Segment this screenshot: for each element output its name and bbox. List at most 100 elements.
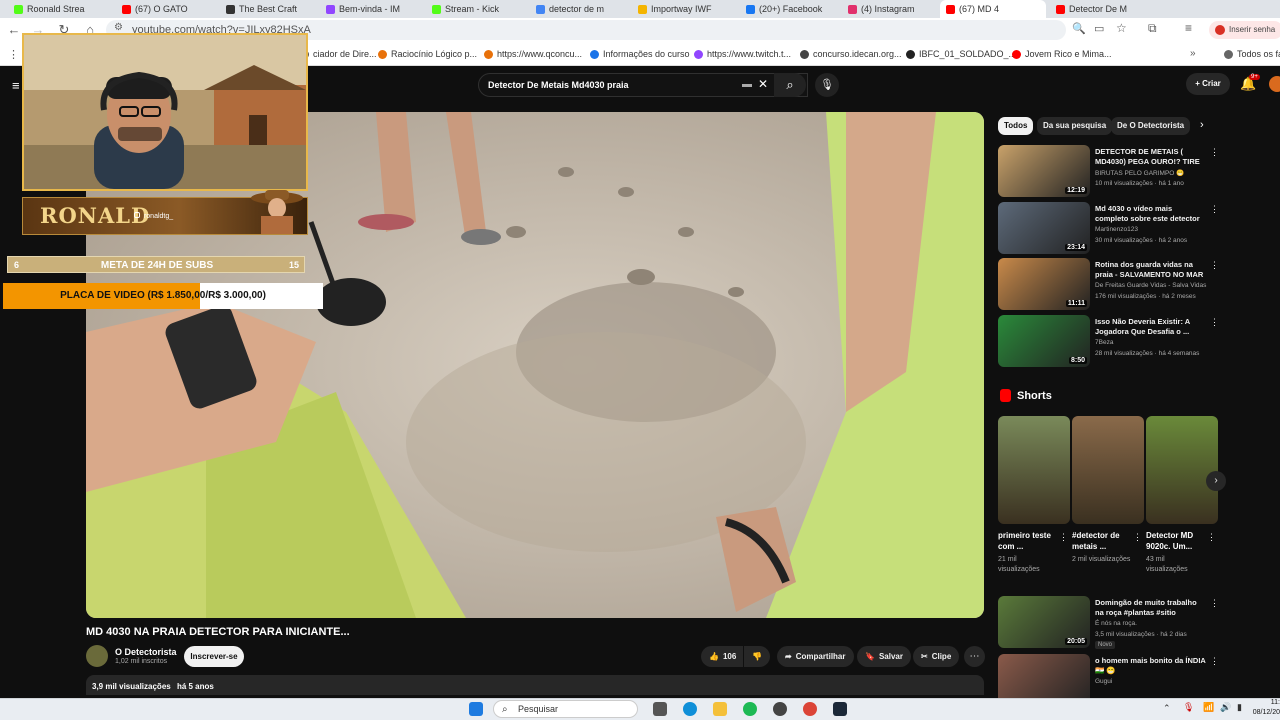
more-vertical-icon[interactable]: ⋮ (1210, 260, 1219, 271)
browser-tab[interactable]: detector de m (530, 0, 628, 18)
bookmark-item[interactable]: concurso.idecan.org... (800, 49, 902, 59)
tab-label: (67) MD 4 (959, 4, 1000, 14)
voice-search-button[interactable]: 🎙 (815, 73, 839, 97)
more-vertical-icon[interactable]: ⋮ (1210, 656, 1219, 667)
video-thumbnail[interactable]: 20:05 (998, 596, 1090, 648)
recommendation-item[interactable]: 11:11 Rotina dos guarda vidas na praia - … (998, 258, 1220, 310)
recommendation-channel: BIRUTAS PELO GARIMPO 😁 (1095, 170, 1185, 177)
channel-avatar[interactable] (86, 645, 108, 667)
microphone-tray-icon[interactable]: 🎙 (1183, 702, 1194, 713)
short-title[interactable]: Detector MD 9020c. Um... (1146, 530, 1206, 552)
browser-tab[interactable]: (67) O GATO (116, 0, 216, 18)
browser-tab[interactable]: Bem-vinda - IM (320, 0, 422, 18)
description-box[interactable]: 3,9 mil visualizações há 5 anos (86, 675, 984, 695)
clip-button[interactable]: ✂ Clipe (913, 646, 960, 667)
bookmark-item[interactable]: Informações do curso (590, 49, 690, 59)
tray-overflow-icon[interactable]: ⌃ (1163, 703, 1171, 714)
zoom-icon[interactable]: 🔍 (1072, 22, 1086, 35)
video-thumbnail[interactable]: 12:19 (998, 145, 1090, 197)
streamer-handle-text: ronaldtg_ (143, 213, 174, 220)
task-view-icon[interactable] (653, 702, 667, 716)
bookmark-favicon-icon (800, 49, 809, 59)
battery-icon[interactable]: ▮ (1237, 702, 1242, 713)
taskbar-clock[interactable]: 11: 08/12/20 (1253, 698, 1280, 718)
short-thumbnail[interactable] (1146, 416, 1218, 524)
recommendation-item[interactable]: 12:19 DETECTOR DE METAIS ( MD4030) PEGA O… (998, 145, 1220, 197)
menu-icon[interactable]: ≡ (12, 78, 20, 93)
recommendation-channel: De Freitas Guarde Vidas - Salva Vidas (1095, 282, 1207, 289)
account-avatar[interactable] (1269, 76, 1280, 92)
short-thumbnail[interactable] (998, 416, 1070, 524)
short-thumbnail[interactable] (1072, 416, 1144, 524)
browser-tab[interactable]: Importway IWF (632, 0, 736, 18)
chip-from-channel[interactable]: De O Detectorista (1111, 117, 1191, 135)
save-button[interactable]: 🔖 Salvar (857, 646, 911, 667)
spotify-icon[interactable] (743, 702, 757, 716)
site-info-icon[interactable]: ⚙ (114, 22, 123, 33)
bookmark-item[interactable]: https://www.qconcu... (484, 49, 582, 59)
more-vertical-icon[interactable]: ⋮ (1210, 317, 1219, 328)
browser-tab[interactable]: Detector De M (1050, 0, 1142, 18)
profile-button-label: Inserir senha (1229, 25, 1276, 34)
create-button[interactable]: + Criar (1186, 73, 1230, 95)
file-explorer-icon[interactable] (713, 702, 727, 716)
more-vertical-icon[interactable]: ⋮ (1133, 532, 1142, 543)
keyboard-icon[interactable]: ▬ (742, 79, 752, 90)
bookmark-item[interactable]: Jovem Rico e Mima... (1012, 49, 1112, 59)
recommendation-title: Isso Não Deveria Existir: A Jogadora Que… (1095, 317, 1190, 336)
steam-icon[interactable] (833, 702, 847, 716)
shorts-next-button[interactable]: › (1206, 471, 1226, 491)
wifi-icon[interactable]: 📶 (1203, 702, 1214, 713)
browser-tab[interactable]: (67) MD 4 (940, 0, 1046, 18)
browser-tab[interactable]: Stream - Kick (426, 0, 526, 18)
windows-start-icon[interactable] (469, 702, 483, 716)
browser-tab[interactable]: The Best Craft (220, 0, 316, 18)
video-thumbnail[interactable]: 23:14 (998, 202, 1090, 254)
chrome-icon[interactable] (803, 702, 817, 716)
more-vertical-icon[interactable]: ⋮ (1207, 532, 1216, 543)
bookmark-star-icon[interactable]: ☆ (1116, 21, 1127, 35)
short-title[interactable]: primeiro teste com ... (998, 530, 1058, 552)
profile-password-button[interactable]: Inserir senha (1209, 21, 1280, 39)
video-thumbnail[interactable]: 11:11 (998, 258, 1090, 310)
plus-icon: + (1195, 79, 1200, 88)
extensions-icon[interactable]: ⧉ (1148, 21, 1157, 36)
recommendation-item[interactable]: 23:14 Md 4030 o vídeo mais completo sobre… (998, 202, 1220, 254)
bookmark-item[interactable]: https://www.twitch.t... (694, 49, 791, 59)
volume-icon[interactable]: 🔊 (1220, 702, 1231, 713)
taskbar-search-input[interactable]: ⌕ Pesquisar (493, 700, 638, 718)
chip-from-search[interactable]: Da sua pesquisa (1037, 117, 1113, 135)
chip-all[interactable]: Todos (998, 117, 1034, 135)
video-thumbnail[interactable]: 8:50 (998, 315, 1090, 367)
media-icon[interactable]: ≡ (1185, 21, 1192, 35)
share-button[interactable]: ➦ Compartilhar (777, 646, 854, 667)
subscribe-button[interactable]: Inscrever-se (184, 646, 244, 667)
search-button[interactable]: ⌕ (774, 73, 806, 97)
bookmark-item[interactable]: Raciocínio Lógico p... (378, 49, 477, 59)
more-actions-button[interactable]: ⋯ (964, 646, 985, 667)
channel-name[interactable]: O Detectorista (115, 647, 177, 657)
browser-tab[interactable]: (20+) Facebook (740, 0, 838, 18)
more-vertical-icon[interactable]: ⋮ (1059, 532, 1068, 543)
browser-tab[interactable]: Roonald Strea (8, 0, 112, 18)
chips-next-icon[interactable]: › (1200, 119, 1204, 131)
edge-icon[interactable] (683, 702, 697, 716)
bookmark-item[interactable]: IBFC_01_SOLDADO_... (906, 49, 1016, 59)
more-vertical-icon[interactable]: ⋮ (1210, 147, 1219, 158)
bookmark-item[interactable]: ciador de Dire... (300, 49, 377, 59)
browser-tab[interactable]: (4) Instagram (842, 0, 936, 18)
recommendation-item[interactable]: 8:50 Isso Não Deveria Existir: A Jogadora… (998, 315, 1220, 367)
like-button[interactable]: 👍 106 (701, 646, 743, 667)
bookmarks-overflow-icon[interactable]: » (1190, 48, 1196, 59)
short-title[interactable]: #detector de metais ... (1072, 530, 1132, 552)
more-vertical-icon[interactable]: ⋮ (1210, 598, 1219, 609)
more-horizontal-icon: ⋯ (969, 651, 980, 662)
back-icon[interactable]: ← (6, 22, 22, 37)
clear-search-icon[interactable]: ✕ (758, 77, 768, 91)
bookmark-favicon-icon (906, 49, 915, 59)
obs-icon[interactable] (773, 702, 787, 716)
dislike-button[interactable]: 👎 (744, 646, 770, 667)
bookmark-item[interactable]: Todos os fa (1224, 49, 1280, 59)
more-vertical-icon[interactable]: ⋮ (1210, 204, 1219, 215)
cast-icon[interactable]: ▭ (1094, 22, 1104, 35)
